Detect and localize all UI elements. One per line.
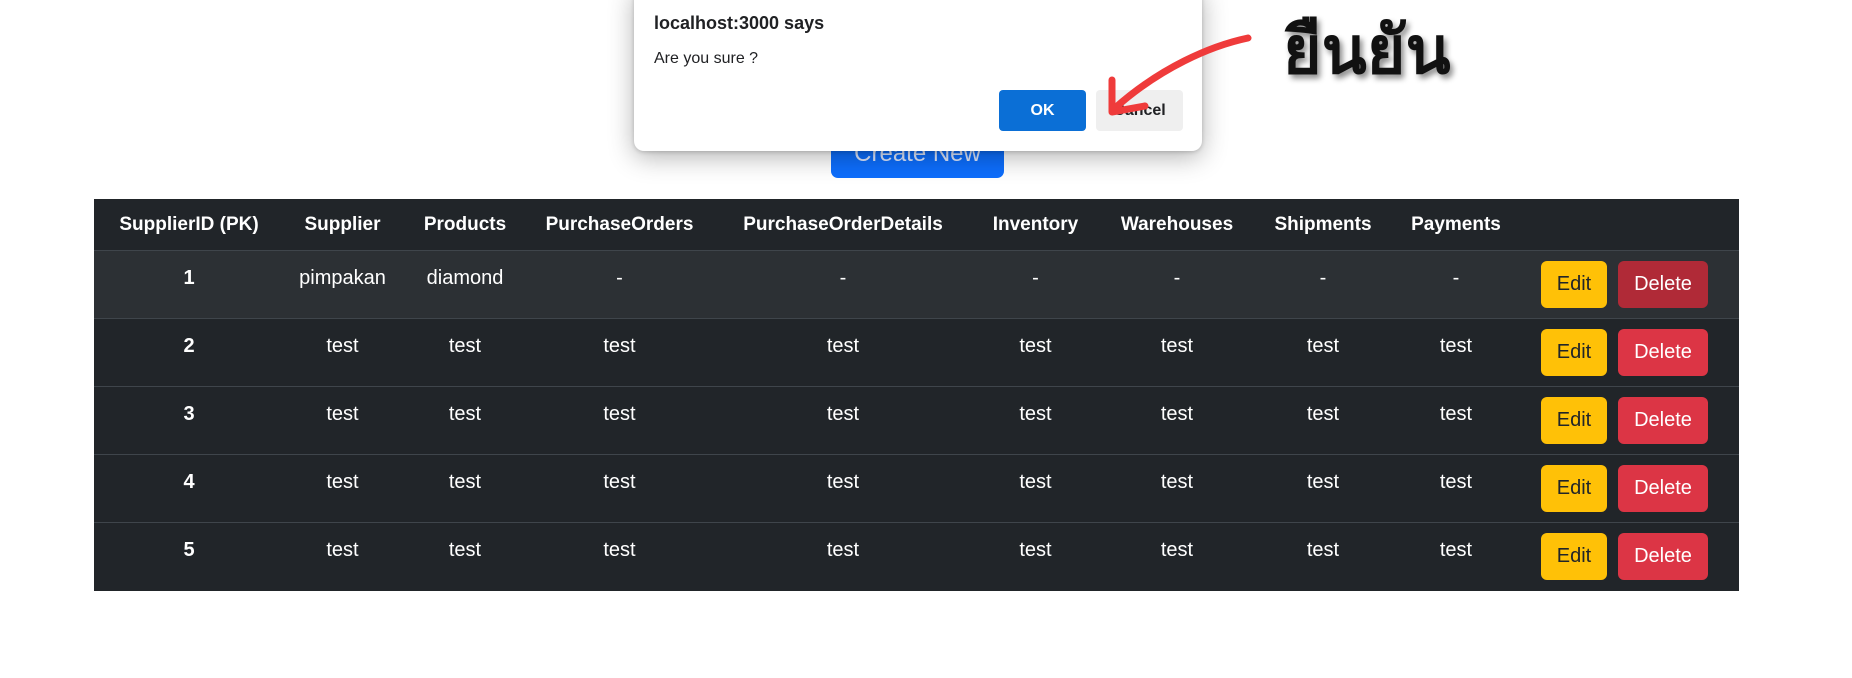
cell-products: test	[401, 454, 529, 523]
cell-products: test	[401, 386, 529, 455]
edit-button[interactable]: Edit	[1541, 261, 1607, 308]
cell-purchase-order-details: test	[710, 454, 976, 523]
column-header-supplier-id: SupplierID (PK)	[94, 199, 284, 251]
cell-supplier-id: 1	[94, 250, 284, 319]
cell-payments: test	[1387, 386, 1525, 455]
cell-purchase-order-details: -	[710, 250, 976, 319]
table-row: 1 pimpakan diamond - - - - - - Edit Delet…	[94, 250, 1739, 319]
cell-supplier: pimpakan	[284, 250, 401, 319]
cell-payments: -	[1387, 250, 1525, 319]
cell-actions: Edit Delete	[1525, 523, 1739, 591]
cell-supplier: test	[284, 454, 401, 523]
cell-supplier: test	[284, 386, 401, 455]
column-header-purchase-order-details: PurchaseOrderDetails	[710, 199, 976, 251]
cell-actions: Edit Delete	[1525, 250, 1739, 319]
delete-button[interactable]: Delete	[1618, 261, 1708, 308]
cell-products: test	[401, 318, 529, 387]
cell-warehouses: test	[1095, 386, 1259, 455]
cell-warehouses: test	[1095, 318, 1259, 387]
edit-button[interactable]: Edit	[1541, 397, 1607, 444]
dialog-title: localhost:3000 says	[654, 13, 825, 33]
table-row: 4 test test test test test test test tes…	[94, 454, 1739, 523]
cell-actions: Edit Delete	[1525, 318, 1739, 387]
cell-purchase-orders: test	[529, 454, 710, 523]
cell-purchase-orders: test	[603, 539, 636, 561]
cell-warehouses: test	[1160, 539, 1194, 561]
cell-inventory: test	[976, 454, 1095, 523]
cell-purchase-order-details: test	[710, 318, 976, 387]
cell-supplier-id: 2	[94, 318, 284, 387]
cell-warehouses: -	[1095, 250, 1259, 319]
cell-purchase-orders: -	[529, 250, 710, 319]
cell-payments: test	[1387, 454, 1525, 523]
table-row: 5 test test test test test test test tes…	[94, 523, 1739, 591]
cell-warehouses: test	[1095, 454, 1259, 523]
edit-button[interactable]: Edit	[1541, 329, 1607, 376]
table-row: 3 test test test test test test test tes…	[94, 386, 1739, 455]
column-header-warehouses: Warehouses	[1095, 199, 1259, 251]
cell-purchase-order-details: test	[710, 386, 976, 455]
delete-button[interactable]: Delete	[1618, 465, 1708, 512]
cell-supplier-id: 5	[183, 539, 195, 561]
cell-shipments: test	[1259, 318, 1387, 387]
column-header-shipments: Shipments	[1259, 199, 1387, 251]
edit-button[interactable]: Edit	[1541, 533, 1607, 580]
delete-button[interactable]: Delete	[1618, 533, 1708, 580]
cell-purchase-orders: test	[529, 386, 710, 455]
cell-shipments: test	[1306, 539, 1340, 561]
delete-button[interactable]: Delete	[1618, 329, 1708, 376]
cell-purchase-orders: test	[529, 318, 710, 387]
ok-button[interactable]: OK	[999, 90, 1086, 131]
cell-products: test	[448, 539, 482, 561]
cell-inventory: -	[976, 250, 1095, 319]
column-header-actions	[1525, 199, 1739, 251]
delete-button[interactable]: Delete	[1618, 397, 1708, 444]
cell-purchase-order-details: test	[826, 539, 860, 561]
cell-inventory: test	[976, 318, 1095, 387]
cell-supplier: test	[284, 318, 401, 387]
arrow-shaft	[1111, 34, 1252, 112]
cell-payments: test	[1439, 539, 1473, 561]
column-header-supplier: Supplier	[284, 199, 401, 251]
column-header-payments: Payments	[1387, 199, 1525, 251]
supplier-table: SupplierID (PK) Supplier Products Purcha…	[94, 199, 1739, 591]
cell-payments: test	[1387, 318, 1525, 387]
cell-shipments: test	[1259, 454, 1387, 523]
table-row: 2 test test test test test test test tes…	[94, 318, 1739, 387]
dialog-message: Are you sure ?	[654, 50, 759, 67]
page-canvas: Create New SupplierID (PK) Supplier Prod…	[0, 0, 1852, 678]
cell-products: diamond	[401, 250, 529, 319]
cell-inventory: test	[1019, 539, 1052, 561]
cell-actions: Edit Delete	[1525, 454, 1739, 523]
cell-supplier-id: 4	[94, 454, 284, 523]
annotation-label: ยืนยัน	[1283, 12, 1451, 89]
cell-supplier-id: 3	[94, 386, 284, 455]
column-header-inventory: Inventory	[976, 199, 1095, 251]
cell-supplier: test	[326, 539, 359, 561]
table-header-row: SupplierID (PK) Supplier Products Purcha…	[94, 199, 1739, 251]
cell-actions: Edit Delete	[1525, 386, 1739, 455]
edit-button[interactable]: Edit	[1541, 465, 1607, 512]
column-header-purchase-orders: PurchaseOrders	[529, 199, 710, 251]
column-header-products: Products	[401, 199, 529, 251]
cell-shipments: test	[1259, 386, 1387, 455]
cell-inventory: test	[976, 386, 1095, 455]
cell-shipments: -	[1259, 250, 1387, 319]
annotation-arrow-icon	[1108, 34, 1252, 116]
